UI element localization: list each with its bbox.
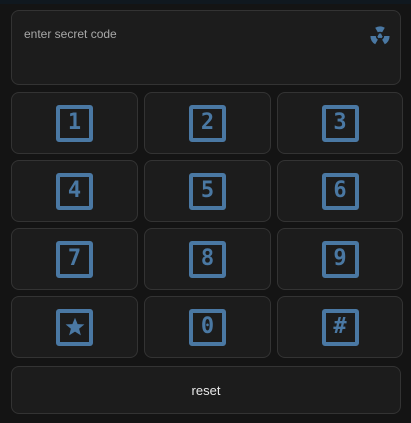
key-1[interactable]: 1 — [11, 92, 138, 154]
numeric-5-box-icon: 5 — [189, 172, 226, 210]
key-6[interactable]: 6 — [277, 160, 403, 222]
key-star[interactable] — [11, 296, 138, 358]
key-2[interactable]: 2 — [144, 92, 271, 154]
key-5[interactable]: 5 — [144, 160, 271, 222]
key-4[interactable]: 4 — [11, 160, 138, 222]
numeric-9-box-icon: 9 — [321, 240, 359, 278]
numeric-6-box-icon: 6 — [321, 172, 359, 210]
numeric-0-box-icon: 0 — [189, 308, 226, 346]
numeric-7-box-icon: 7 — [56, 240, 93, 278]
code-display-label: enter secret code — [24, 27, 117, 41]
star-box-icon — [56, 308, 93, 346]
keypad: 1 2 3 4 5 6 7 8 9 0 # — [11, 92, 403, 358]
reset-button-label: reset — [191, 382, 221, 398]
key-7[interactable]: 7 — [11, 228, 138, 290]
key-3[interactable]: 3 — [277, 92, 403, 154]
key-9[interactable]: 9 — [277, 228, 403, 290]
key-8[interactable]: 8 — [144, 228, 271, 290]
radioactive-icon — [370, 26, 390, 46]
key-0[interactable]: 0 — [144, 296, 271, 358]
top-bar — [0, 0, 411, 4]
reset-button[interactable]: reset — [11, 366, 401, 414]
key-pound[interactable]: # — [277, 296, 403, 358]
numeric-2-box-icon: 2 — [189, 104, 226, 142]
numeric-8-box-icon: 8 — [189, 240, 226, 278]
numeric-3-box-icon: 3 — [321, 104, 359, 142]
pound-box-icon: # — [321, 308, 359, 346]
code-display: enter secret code — [11, 10, 401, 85]
numeric-4-box-icon: 4 — [56, 172, 93, 210]
numeric-1-box-icon: 1 — [56, 104, 93, 142]
